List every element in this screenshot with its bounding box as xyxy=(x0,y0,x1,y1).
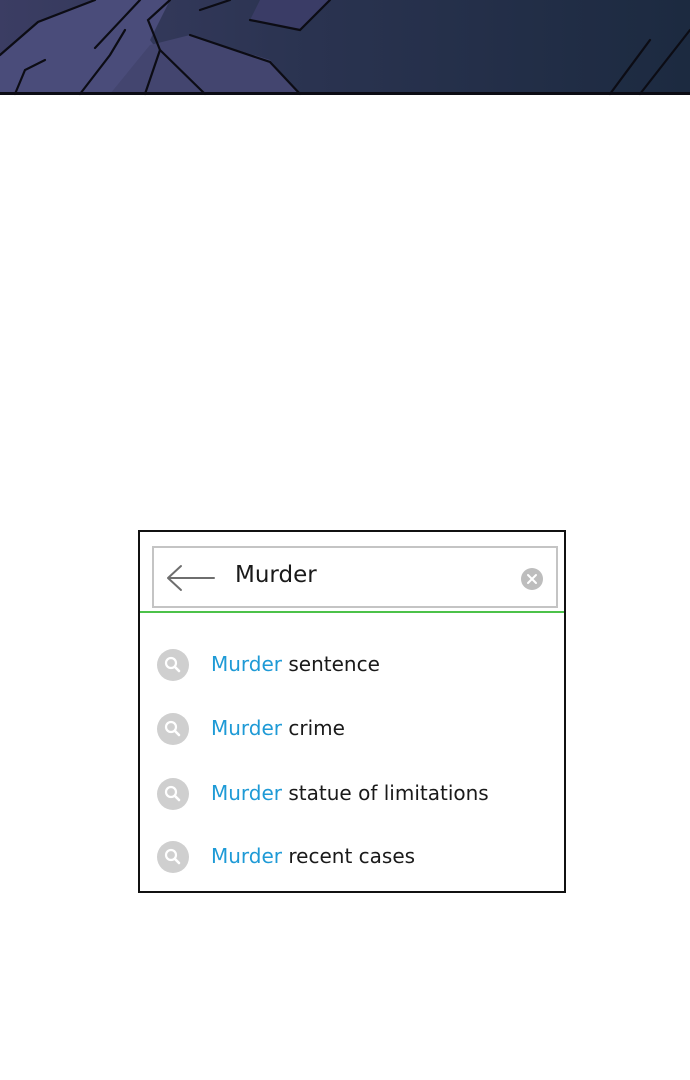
suggestion-item[interactable]: Murder recent cases xyxy=(140,832,564,882)
suggestion-rest: crime xyxy=(282,716,345,740)
suggestion-rest: sentence xyxy=(282,652,380,676)
suggestion-match: Murder xyxy=(211,652,283,676)
search-icon xyxy=(157,649,189,681)
search-autocomplete-panel: Murder Murder sentence Murder crime Murd… xyxy=(138,530,566,893)
search-icon xyxy=(157,778,189,810)
suggestion-label: Murder crime xyxy=(211,716,345,740)
suggestion-label: Murder sentence xyxy=(211,652,380,676)
suggestion-match: Murder xyxy=(211,844,283,868)
suggestion-list: Murder sentence Murder crime Murder stat… xyxy=(140,613,564,889)
search-icon xyxy=(157,713,189,745)
search-input[interactable]: Murder xyxy=(235,562,317,588)
suggestion-item[interactable]: Murder crime xyxy=(140,704,564,754)
suggestion-rest: recent cases xyxy=(282,844,416,868)
close-circle-icon[interactable] xyxy=(521,568,543,590)
arrow-left-icon[interactable] xyxy=(165,563,217,593)
suggestion-label: Murder statue of limitations xyxy=(211,781,489,805)
search-bar[interactable]: Murder xyxy=(152,546,558,608)
suggestion-match: Murder xyxy=(211,781,283,805)
suggestion-item[interactable]: Murder statue of limitations xyxy=(140,769,564,819)
suggestion-rest: statue of limitations xyxy=(282,781,489,805)
suggestion-label: Murder recent cases xyxy=(211,844,415,868)
suggestion-match: Murder xyxy=(211,716,283,740)
suggestion-item[interactable]: Murder sentence xyxy=(140,640,564,690)
search-icon xyxy=(157,841,189,873)
comic-panel-illustration xyxy=(0,0,690,96)
